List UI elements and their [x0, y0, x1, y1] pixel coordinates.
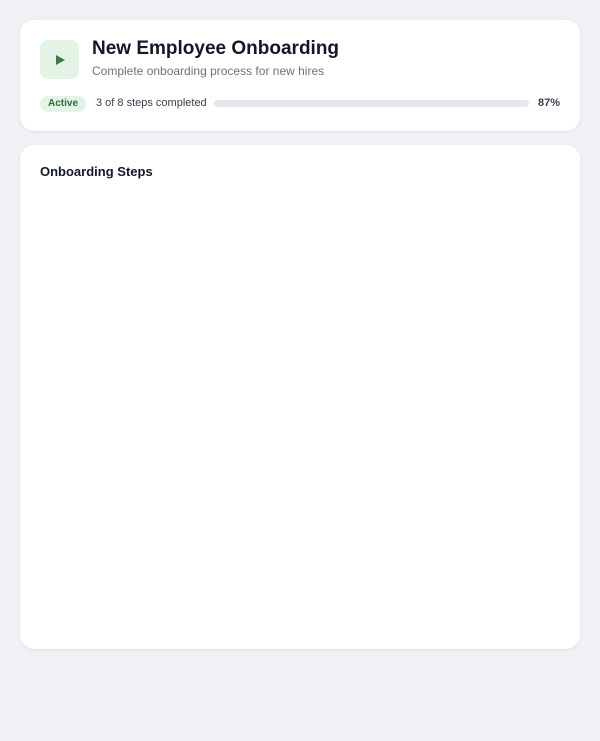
workflow-subtitle: Complete onboarding process for new hire…	[92, 64, 325, 78]
onboarding-steps-card: Onboarding Steps	[20, 145, 580, 649]
workflow-header-card: New Employee Onboarding Complete onboard…	[20, 20, 580, 131]
section-title: Onboarding Steps	[40, 164, 153, 179]
steps-completed-text: 3 of 8 steps completed	[96, 97, 207, 109]
progress-bar	[214, 100, 529, 107]
status-badge: Active	[40, 96, 87, 112]
play-icon	[55, 54, 65, 65]
play-button[interactable]	[40, 40, 79, 79]
progress-percent: 87%	[537, 97, 560, 109]
workflow-title: New Employee Onboarding	[92, 38, 340, 59]
